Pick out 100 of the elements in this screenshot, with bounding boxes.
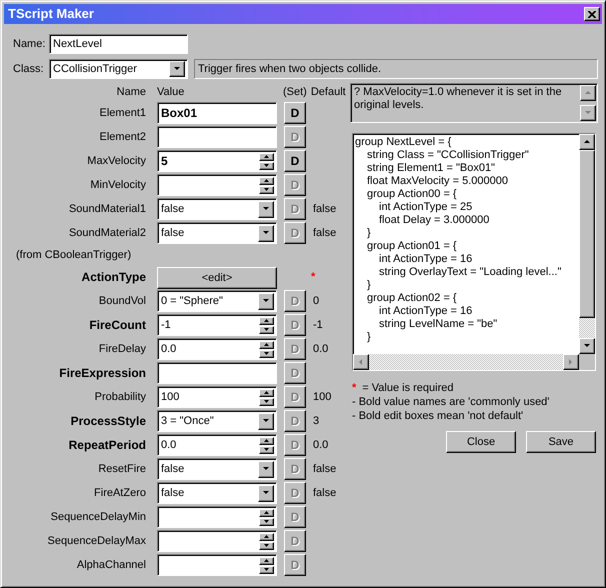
arrow-down-icon — [264, 164, 269, 167]
spin-down-button[interactable] — [259, 518, 274, 526]
dropdown-field[interactable]: false — [157, 198, 277, 220]
spin-field[interactable]: 0.0 — [157, 434, 277, 456]
property-name: Element1 — [100, 106, 146, 121]
spin-field[interactable] — [157, 554, 277, 576]
spin-field[interactable]: 0.0 — [157, 338, 277, 360]
spin-down-button[interactable] — [259, 326, 274, 334]
name-label: Name: — [13, 36, 46, 52]
spin-down-button[interactable] — [259, 566, 274, 574]
arrow-up-icon — [584, 91, 592, 95]
spin-up-button[interactable] — [259, 508, 274, 516]
column-header: Default — [310, 84, 346, 100]
spin-down-button[interactable] — [259, 350, 274, 358]
spin-field[interactable]: 5 — [157, 150, 277, 172]
text-field[interactable] — [157, 126, 277, 148]
arrow-right-icon — [569, 358, 573, 366]
spin-field[interactable]: -1 — [157, 314, 277, 336]
dropdown-field[interactable]: false — [157, 458, 277, 480]
edit-button[interactable]: <edit> — [157, 267, 277, 290]
property-name: SequenceDelayMin — [50, 510, 146, 525]
spin-up-button[interactable] — [259, 532, 274, 540]
property-name: MaxVelocity — [87, 154, 146, 169]
default-value: false — [313, 202, 336, 217]
property-name: ResetFire — [98, 462, 146, 477]
spin-down-button[interactable] — [259, 542, 274, 550]
property-name: FireExpression — [59, 365, 146, 382]
default-value: 0.0 — [313, 342, 328, 357]
script-line: group Action02 = { — [367, 292, 458, 305]
scroll-up-button[interactable] — [580, 85, 596, 101]
close-button[interactable] — [584, 7, 600, 21]
required-mark: * — [311, 270, 316, 285]
default-value: false — [313, 226, 336, 241]
arrow-down-icon — [584, 344, 590, 348]
dropdown-field[interactable]: 0 = "Sphere" — [157, 290, 277, 312]
property-name: FireAtZero — [94, 486, 146, 501]
spin-down-button[interactable] — [259, 162, 274, 170]
spin-up-button[interactable] — [259, 556, 274, 564]
default-value: false — [313, 462, 336, 477]
script-line: string OverlayText = "Loading level..." — [379, 266, 562, 279]
text-field[interactable]: Box01 — [157, 102, 277, 124]
dropdown-field[interactable]: false — [157, 482, 277, 504]
scroll-thumb[interactable] — [579, 150, 595, 318]
class-dropdown[interactable]: CCollisionTrigger — [49, 59, 188, 79]
required-mark: * — [352, 381, 356, 395]
dropdown-field[interactable]: 3 = "Once" — [157, 410, 277, 432]
text-field[interactable] — [157, 362, 277, 384]
window-title: TScript Maker — [8, 5, 95, 24]
property-name: SoundMaterial2 — [68, 226, 146, 241]
default-value: -1 — [313, 318, 323, 333]
script-line: group Action01 = { — [367, 240, 458, 253]
arrow-up-icon — [264, 343, 269, 346]
arrow-down-icon — [264, 568, 269, 571]
spin-field[interactable]: 100 — [157, 386, 277, 408]
default-button[interactable]: D — [284, 102, 306, 124]
spin-field[interactable] — [157, 174, 277, 196]
column-header: Name — [116, 84, 146, 100]
default-button[interactable]: D — [284, 150, 306, 172]
spin-field[interactable] — [157, 506, 277, 528]
arrow-down-icon — [264, 328, 269, 331]
arrow-left-icon — [359, 358, 363, 366]
dialog-button[interactable]: Save — [526, 431, 596, 453]
spin-up-button[interactable] — [259, 152, 274, 160]
legend-note: - Bold edit boxes mean 'not default' — [352, 409, 524, 423]
scroll-right-button[interactable] — [563, 354, 579, 370]
arrow-up-icon — [264, 535, 269, 538]
scroll-down-button[interactable] — [580, 105, 596, 121]
arrow-up-icon — [264, 559, 269, 562]
script-line: string Class = "CCollisionTrigger" — [367, 149, 530, 162]
property-name: RepeatPeriod — [68, 437, 146, 454]
scroll-corner — [579, 354, 595, 370]
arrow-up-icon — [264, 319, 269, 322]
default-value: 0.0 — [313, 438, 328, 453]
dropdown-arrow-icon — [262, 467, 270, 471]
arrow-down-icon — [264, 188, 269, 191]
default-value: 3 — [313, 414, 320, 429]
dropdown-field[interactable]: false — [157, 222, 277, 244]
spin-up-button[interactable] — [259, 340, 274, 348]
spin-up-button[interactable] — [259, 176, 274, 184]
spin-up-button[interactable] — [259, 316, 274, 324]
default-value: false — [313, 486, 336, 501]
dialog-button[interactable]: Close — [446, 431, 516, 453]
spin-down-button[interactable] — [259, 446, 274, 454]
scroll-left-button[interactable] — [353, 354, 369, 370]
spin-up-button[interactable] — [259, 436, 274, 444]
spin-down-button[interactable] — [259, 398, 274, 406]
script-line: string LevelName = "be" — [379, 318, 498, 331]
spin-up-button[interactable] — [259, 388, 274, 396]
arrow-up-icon — [264, 179, 269, 182]
scroll-down-button[interactable] — [579, 338, 595, 354]
name-field[interactable]: NextLevel — [49, 34, 188, 54]
property-name: AlphaChannel — [76, 558, 146, 573]
scroll-up-button[interactable] — [579, 134, 595, 150]
spin-field[interactable] — [157, 530, 277, 552]
script-line: int ActionType = 16 — [379, 305, 474, 318]
spin-down-button[interactable] — [259, 186, 274, 194]
legend-text: = Value is required — [362, 381, 454, 395]
script-line: } — [367, 331, 372, 344]
property-name: SoundMaterial1 — [68, 202, 146, 217]
default-value: 0 — [313, 294, 320, 309]
